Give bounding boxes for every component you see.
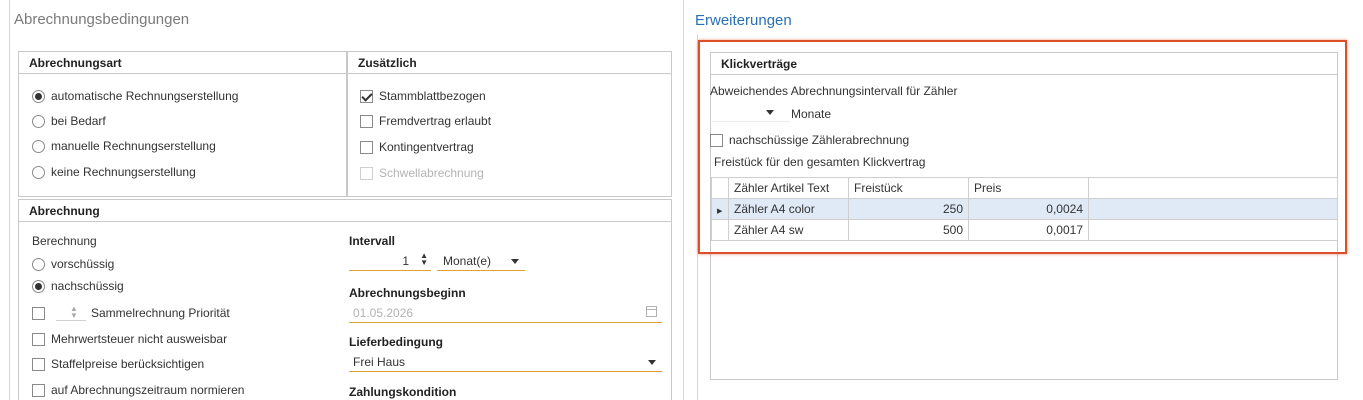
section-title-erweiterungen: Erweiterungen	[695, 12, 792, 29]
radio-label: keine Rechnungserstellung	[51, 165, 196, 179]
highlight-frame	[698, 40, 1347, 254]
lieferbedingung-label: Lieferbedingung	[349, 335, 443, 349]
section-title-abrechnungsbedingungen: Abrechnungsbedingungen	[14, 11, 190, 28]
radio-label: automatische Rechnungserstellung	[51, 89, 239, 103]
checkbox-label: auf Abrechnungszeitraum normieren	[51, 383, 245, 397]
abrechnungsart-header: Abrechnungsart	[19, 52, 346, 74]
check-staffelpreise[interactable]: Staffelpreise berücksichtigen	[32, 356, 204, 372]
sammelrechnung-label: Sammelrechnung Priorität	[91, 306, 230, 320]
radio-indicator[interactable]	[32, 114, 45, 128]
column-divider	[683, 0, 684, 400]
priority-spinner[interactable]: ▲ ▼	[56, 305, 86, 321]
check-schwellabrechnung: Schwellabrechnung	[360, 165, 484, 181]
calendar-icon[interactable]	[646, 306, 657, 317]
checkbox[interactable]	[32, 383, 45, 397]
intervall-unit-value: Monat(e)	[443, 254, 492, 268]
spinner-arrows-icon[interactable]: ▲ ▼	[70, 305, 78, 320]
check-fremdvertrag[interactable]: Fremdvertrag erlaubt	[360, 113, 491, 129]
radio-indicator[interactable]	[32, 165, 45, 179]
zusaetzlich-header: Zusätzlich	[348, 52, 671, 74]
radio-indicator[interactable]	[32, 89, 45, 103]
check-mehrwertsteuer[interactable]: Mehrwertsteuer nicht ausweisbar	[32, 331, 227, 347]
left-border	[9, 0, 10, 400]
checkbox[interactable]	[32, 357, 45, 371]
radio-nachschuessig[interactable]: nachschüssig	[32, 278, 124, 294]
intervall-label: Intervall	[349, 234, 396, 248]
checkbox-label: Schwellabrechnung	[379, 166, 484, 180]
radio-label: bei Bedarf	[51, 114, 106, 128]
abrechnungsbeginn-date[interactable]: 01.05.2026	[349, 303, 662, 323]
check-normieren[interactable]: auf Abrechnungszeitraum normieren	[32, 382, 244, 398]
checkbox-label: Mehrwertsteuer nicht ausweisbar	[51, 332, 228, 346]
chevron-down-icon[interactable]	[511, 259, 519, 264]
checkbox[interactable]	[32, 332, 45, 346]
radio-automatische[interactable]: automatische Rechnungserstellung	[32, 88, 238, 104]
checkbox[interactable]	[360, 114, 373, 128]
berechnung-label: Berechnung	[32, 234, 97, 248]
radio-indicator[interactable]	[32, 257, 45, 271]
abrechnungsbeginn-label: Abrechnungsbeginn	[349, 286, 466, 300]
radio-vorschuessig[interactable]: vorschüssig	[32, 256, 114, 272]
radio-bei-bedarf[interactable]: bei Bedarf	[32, 113, 106, 129]
radio-indicator[interactable]	[32, 279, 45, 293]
checkbox[interactable]	[32, 306, 45, 320]
checkbox[interactable]	[360, 140, 373, 154]
check-stammblattbezogen[interactable]: Stammblattbezogen	[360, 88, 486, 104]
intervall-input[interactable]: 1 ▲ ▼	[349, 251, 431, 271]
checkbox[interactable]	[360, 89, 373, 103]
radio-label: manuelle Rechnungserstellung	[51, 139, 216, 153]
checkbox-label: Kontingentvertrag	[379, 140, 474, 154]
checkbox-label: Stammblattbezogen	[379, 89, 486, 103]
lieferbedingung-value: Frei Haus	[353, 355, 406, 369]
checkbox-label: Fremdvertrag erlaubt	[379, 114, 492, 128]
abrechnung-header: Abrechnung	[19, 200, 671, 222]
spinner-arrows-icon[interactable]: ▲ ▼	[420, 252, 428, 267]
zahlungskondition-label: Zahlungskondition	[349, 385, 457, 399]
lieferbedingung-select[interactable]: Frei Haus	[349, 352, 662, 372]
radio-keine[interactable]: keine Rechnungserstellung	[32, 164, 196, 180]
sammelrechnung-row[interactable]: ▲ ▼ Sammelrechnung Priorität	[32, 305, 230, 321]
intervall-value: 1	[402, 254, 409, 268]
check-kontingentvertrag[interactable]: Kontingentvertrag	[360, 139, 474, 155]
checkbox	[360, 166, 373, 180]
radio-indicator[interactable]	[32, 139, 45, 153]
chevron-down-icon[interactable]	[648, 360, 656, 365]
radio-label: nachschüssig	[51, 279, 124, 293]
abrechnungsbeginn-value: 01.05.2026	[353, 306, 414, 320]
radio-manuelle[interactable]: manuelle Rechnungserstellung	[32, 138, 216, 154]
radio-label: vorschüssig	[51, 257, 115, 271]
intervall-unit-select[interactable]: Monat(e)	[437, 251, 525, 271]
checkbox-label: Staffelpreise berücksichtigen	[51, 357, 205, 371]
